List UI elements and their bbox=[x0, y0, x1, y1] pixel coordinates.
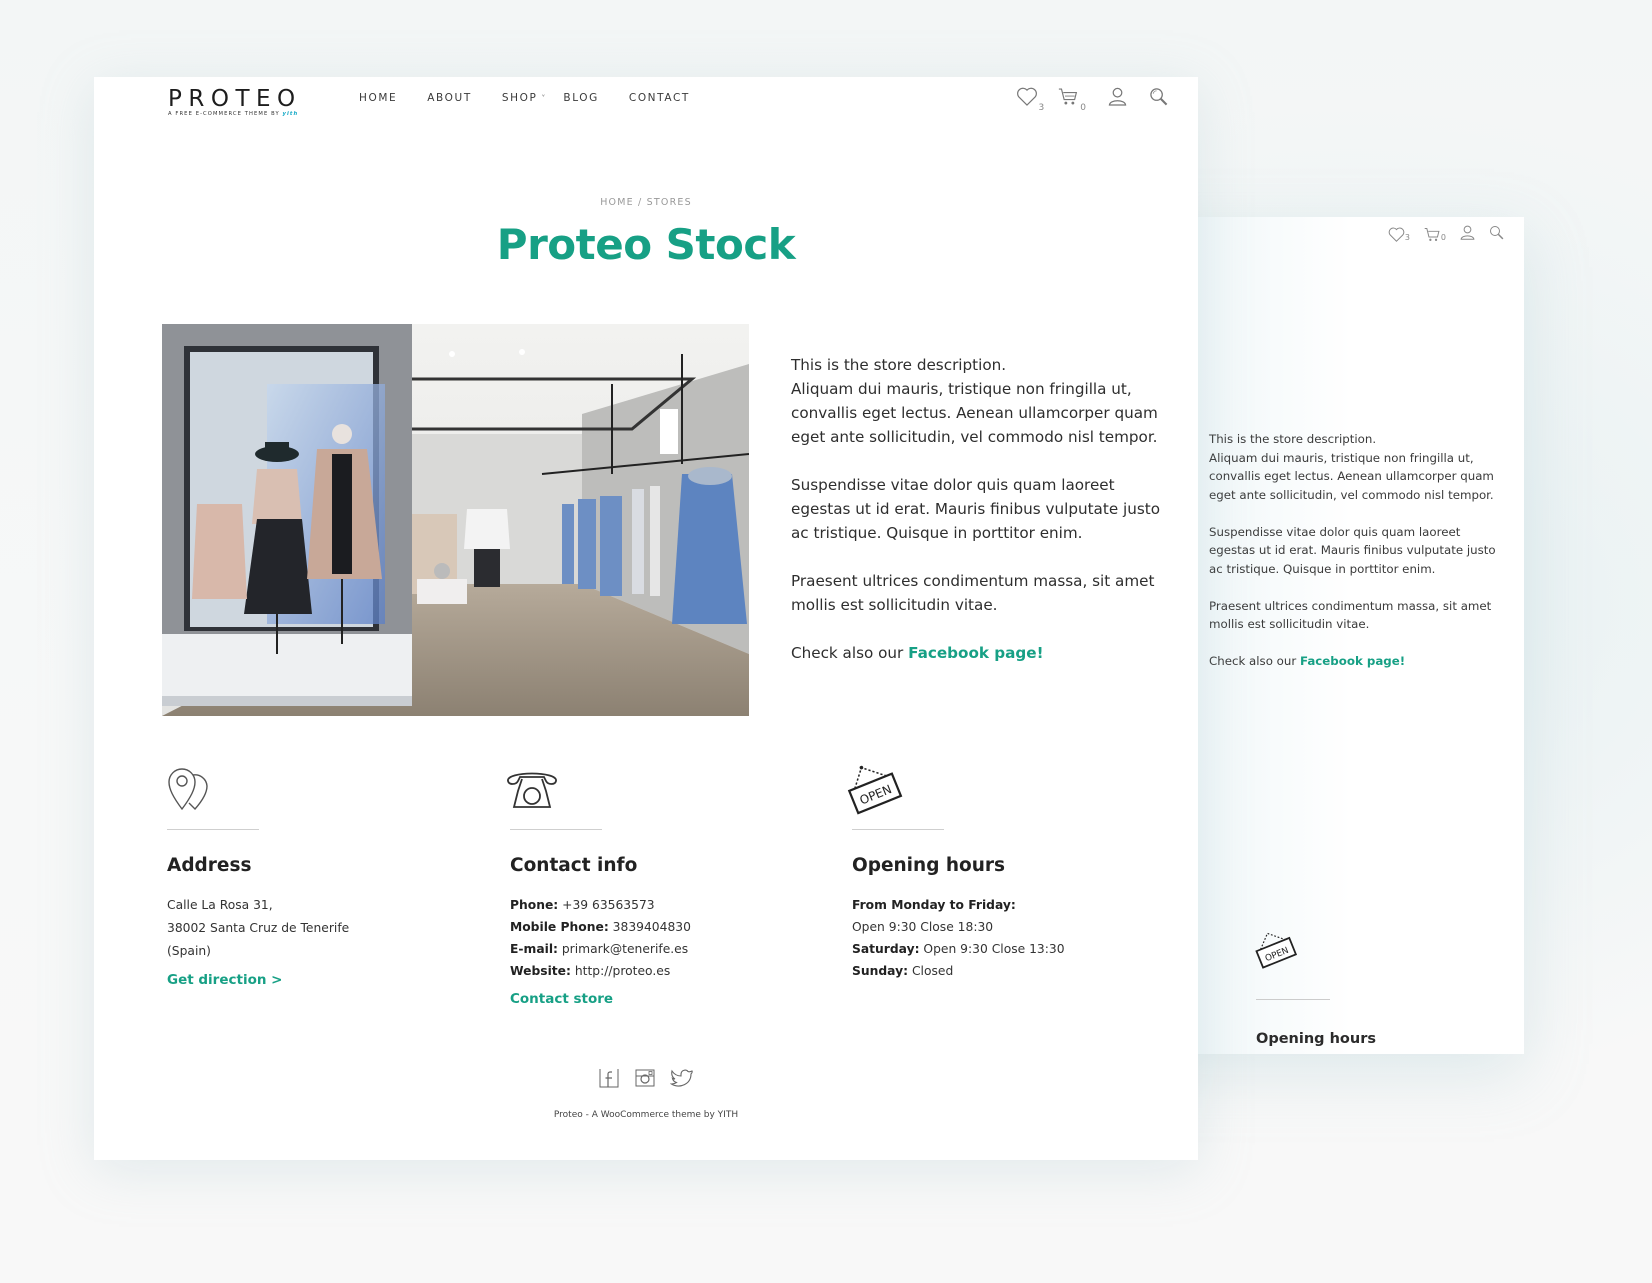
website-value[interactable]: http://proteo.es bbox=[571, 964, 670, 978]
hours-lines: From Monday to Friday: Open 9:30 Close 1… bbox=[852, 894, 1065, 982]
store-image bbox=[162, 324, 749, 716]
desc-line: Aliquam dui mauris, tristique non fringi… bbox=[1209, 450, 1494, 502]
telephone-icon bbox=[504, 767, 560, 817]
contact-title: Contact info bbox=[510, 855, 638, 876]
breadcrumb: HOME / STORES bbox=[94, 197, 1198, 208]
user-icon[interactable] bbox=[1460, 225, 1475, 244]
nav-about[interactable]: ABOUT bbox=[427, 92, 472, 104]
email-label: E-mail: bbox=[510, 942, 558, 956]
back-store-description: This is the store description. Aliquam du… bbox=[1209, 430, 1509, 689]
instagram-icon[interactable] bbox=[634, 1067, 656, 1089]
breadcrumb-current: STORES bbox=[646, 197, 692, 208]
facebook-icon[interactable] bbox=[598, 1067, 620, 1089]
desc-paragraph: Praesent ultrices condimentum massa, sit… bbox=[1209, 598, 1492, 632]
address-title: Address bbox=[167, 855, 252, 876]
mobile-value: 3839404830 bbox=[608, 920, 691, 934]
open-sign-icon: OPEN bbox=[846, 759, 904, 815]
contact-lines: Phone: +39 63563573 Mobile Phone: 383940… bbox=[510, 894, 691, 1010]
nav-label: HOME bbox=[359, 92, 398, 104]
address-line: 38002 Santa Cruz de Tenerife bbox=[167, 921, 350, 935]
facebook-prefix: Check also our bbox=[791, 644, 909, 662]
tagline-text: A FREE E-COMMERCE THEME BY bbox=[168, 111, 280, 117]
sunday-label: Sunday: bbox=[852, 964, 909, 978]
main-store-page: PROTEO A FREE E-COMMERCE THEME BY yith H… bbox=[94, 77, 1198, 1160]
main-nav: HOME ABOUT SHOP ˅ BLOG CONTACT bbox=[359, 92, 720, 104]
chevron-down-icon: ˅ bbox=[541, 94, 546, 103]
facebook-link[interactable]: Facebook page! bbox=[1300, 654, 1405, 668]
nav-blog[interactable]: BLOG bbox=[563, 92, 598, 104]
saturday-label: Saturday: bbox=[852, 942, 920, 956]
twitter-icon[interactable] bbox=[670, 1067, 694, 1089]
desc-line: This is the store description. bbox=[1209, 432, 1377, 446]
address-line: (Spain) bbox=[167, 944, 211, 958]
logo-wordmark: PROTEO bbox=[168, 86, 302, 112]
search-icon[interactable] bbox=[1489, 225, 1504, 244]
heart-icon[interactable]: 3 bbox=[1388, 227, 1410, 242]
social-links bbox=[94, 1067, 1198, 1089]
cart-count: 0 bbox=[1440, 233, 1446, 242]
user-icon bbox=[1108, 87, 1127, 110]
back-hours-title: Opening hours bbox=[1256, 1031, 1376, 1047]
phone-label: Phone: bbox=[510, 898, 559, 912]
get-direction-link[interactable]: Get direction > bbox=[167, 969, 349, 992]
open-sign-icon: OPEN bbox=[1254, 927, 1300, 973]
nav-shop[interactable]: SHOP ˅ bbox=[502, 92, 546, 104]
page-title: Proteo Stock bbox=[496, 220, 796, 269]
hours-title: Opening hours bbox=[852, 855, 1006, 876]
divider bbox=[1256, 999, 1330, 1000]
weekday-label: From Monday to Friday: bbox=[852, 898, 1016, 912]
nav-home[interactable]: HOME bbox=[359, 92, 397, 104]
store-interior-illustration bbox=[162, 324, 749, 716]
email-value[interactable]: primark@tenerife.es bbox=[558, 942, 688, 956]
nav-label: SHOP bbox=[501, 92, 538, 104]
website-label: Website: bbox=[510, 964, 571, 978]
desc-paragraph: Suspendisse vitae dolor quis quam laoree… bbox=[1209, 524, 1496, 576]
contact-store-link[interactable]: Contact store bbox=[510, 988, 691, 1010]
nav-label: ABOUT bbox=[427, 92, 472, 104]
back-header-icons: 3 0 bbox=[1388, 225, 1504, 244]
desc-paragraph: Suspendisse vitae dolor quis quam laoree… bbox=[791, 476, 1160, 542]
wishlist-count: 3 bbox=[1038, 103, 1045, 113]
address-line: Calle La Rosa 31, bbox=[167, 898, 273, 912]
footer-credit: Proteo - A WooCommerce theme by YITH bbox=[553, 1110, 739, 1120]
nav-contact[interactable]: CONTACT bbox=[629, 92, 690, 104]
breadcrumb-separator: / bbox=[633, 197, 647, 208]
cart-count: 0 bbox=[1080, 103, 1086, 113]
map-pin-icon bbox=[167, 767, 211, 817]
facebook-prefix: Check also our bbox=[1209, 654, 1300, 668]
wishlist-count: 3 bbox=[1404, 233, 1410, 242]
mobile-label: Mobile Phone: bbox=[510, 920, 609, 934]
desc-paragraph: Praesent ultrices condimentum massa, sit… bbox=[791, 572, 1155, 614]
site-header: PROTEO A FREE E-COMMERCE THEME BY yith H… bbox=[94, 77, 1198, 147]
sunday-value: Closed bbox=[908, 964, 954, 978]
header-icons: 3 0 bbox=[1016, 87, 1168, 113]
account-button[interactable] bbox=[1108, 87, 1127, 110]
cart-button[interactable]: 0 bbox=[1058, 87, 1086, 113]
cart-icon[interactable]: 0 bbox=[1424, 227, 1446, 242]
tagline-brand: yith bbox=[282, 111, 299, 117]
divider bbox=[167, 829, 259, 830]
weekday-value: Open 9:30 Close 18:30 bbox=[852, 920, 994, 934]
heart-icon bbox=[1016, 87, 1038, 110]
address-lines: Calle La Rosa 31, 38002 Santa Cruz de Te… bbox=[167, 894, 349, 992]
site-logo[interactable]: PROTEO A FREE E-COMMERCE THEME BY yith bbox=[168, 86, 302, 117]
nav-label: CONTACT bbox=[628, 92, 690, 104]
search-button[interactable] bbox=[1149, 87, 1168, 110]
divider bbox=[852, 829, 944, 830]
divider bbox=[510, 829, 602, 830]
desc-line: This is the store description. bbox=[791, 356, 1007, 374]
phone-value: +39 63563573 bbox=[558, 898, 655, 912]
facebook-link[interactable]: Facebook page! bbox=[908, 644, 1043, 662]
breadcrumb-home[interactable]: HOME bbox=[600, 197, 634, 208]
wishlist-button[interactable]: 3 bbox=[1016, 87, 1045, 113]
logo-tagline: A FREE E-COMMERCE THEME BY yith bbox=[168, 111, 302, 117]
saturday-value: Open 9:30 Close 13:30 bbox=[919, 942, 1065, 956]
cart-icon bbox=[1058, 87, 1079, 110]
store-description: This is the store description. Aliquam du… bbox=[791, 353, 1171, 689]
desc-line: Aliquam dui mauris, tristique non fringi… bbox=[791, 380, 1158, 446]
nav-label: BLOG bbox=[563, 92, 599, 104]
search-icon bbox=[1149, 87, 1168, 110]
